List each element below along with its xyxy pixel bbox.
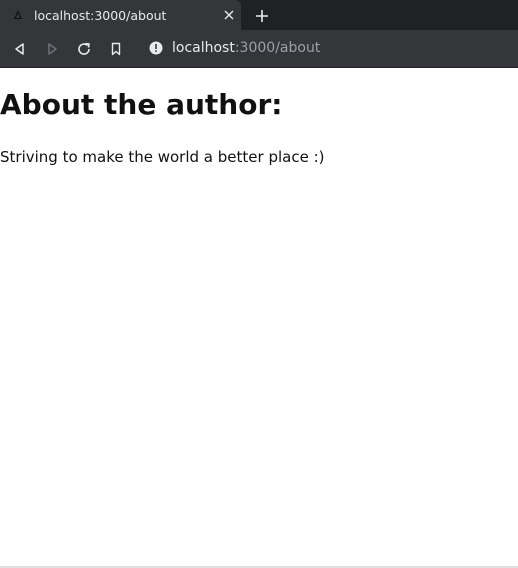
url-path: :3000/about bbox=[234, 40, 321, 56]
browser-toolbar: localhost:3000/about bbox=[0, 30, 518, 67]
plus-icon bbox=[256, 10, 268, 22]
page-content: About the author: Striving to make the w… bbox=[0, 68, 518, 566]
address-bar[interactable]: localhost:3000/about bbox=[140, 34, 518, 62]
url-host: localhost bbox=[172, 40, 235, 56]
bookmark-button[interactable] bbox=[106, 39, 126, 59]
forward-button[interactable] bbox=[42, 39, 62, 59]
page-favicon-icon bbox=[10, 7, 26, 23]
tab-title: localhost:3000/about bbox=[34, 7, 167, 23]
browser-tab[interactable]: localhost:3000/about bbox=[0, 0, 241, 30]
new-tab-button[interactable] bbox=[252, 6, 272, 26]
back-button[interactable] bbox=[10, 39, 30, 59]
tab-strip: localhost:3000/about bbox=[0, 0, 518, 30]
reload-button[interactable] bbox=[74, 39, 94, 59]
info-icon[interactable] bbox=[148, 40, 164, 56]
back-arrow-icon bbox=[15, 43, 24, 55]
browser-window: localhost:3000/about localhost:3000/abou… bbox=[0, 0, 518, 568]
page-heading: About the author: bbox=[0, 88, 283, 121]
bookmark-icon bbox=[111, 42, 121, 56]
page-body-text: Striving to make the world a better plac… bbox=[0, 148, 325, 166]
reload-icon bbox=[78, 42, 90, 55]
url-text: localhost:3000/about bbox=[172, 40, 320, 56]
forward-arrow-icon bbox=[48, 43, 57, 55]
close-icon[interactable] bbox=[221, 7, 237, 23]
